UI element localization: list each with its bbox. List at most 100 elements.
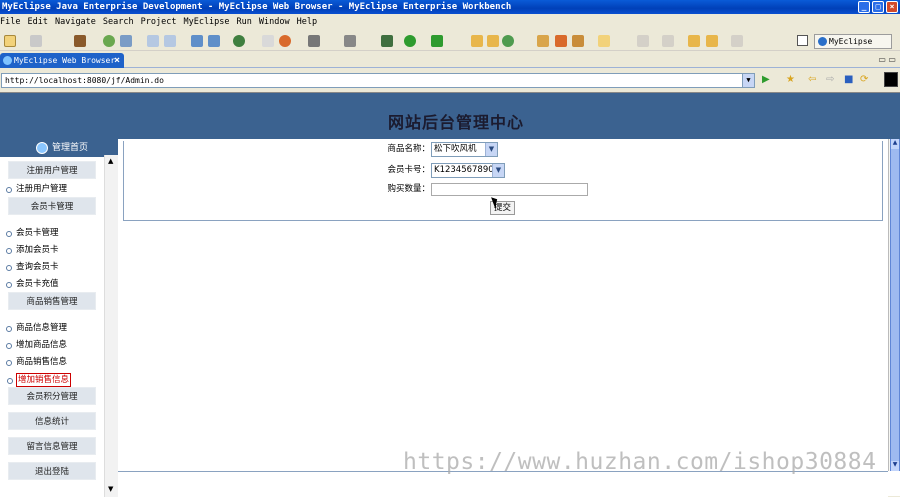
main-content: 商品名称： 松下吹风机 ▼ 会员卡号： K1234567890 ▼ 购买数量： … (118, 139, 888, 497)
menu-project[interactable]: Project (141, 16, 177, 29)
tab-close-icon[interactable]: × (114, 53, 120, 68)
scroll-up-icon[interactable]: ▲ (108, 157, 113, 165)
open-type-icon[interactable] (537, 35, 549, 47)
search-tool-icon[interactable] (572, 35, 584, 47)
close-button[interactable]: × (886, 1, 898, 13)
sidebar-item-user-manage[interactable]: 注册用户管理 (5, 183, 67, 195)
new-package-icon[interactable] (487, 35, 499, 47)
window-titlebar: MyEclipse Java Enterprise Development - … (0, 0, 900, 14)
stop-icon[interactable]: ■ (844, 75, 853, 85)
admin-sidebar: 管理首页 注册用户管理 注册用户管理 会员卡管理 会员卡管理 添加会员卡 查询会… (0, 139, 118, 497)
go-icon[interactable]: ▶ (762, 75, 770, 85)
sidebar-item-sales-info[interactable]: 商品销售信息 (5, 356, 67, 368)
sidebar-section-users[interactable]: 注册用户管理 (8, 161, 96, 179)
forward-icon[interactable] (731, 35, 743, 47)
wizard2-icon[interactable] (164, 35, 176, 47)
nav-home-link[interactable]: 管理首页 (0, 139, 118, 157)
page-scroll-thumb[interactable] (890, 139, 900, 471)
page-scrollbar[interactable]: ▲ ▼ (888, 139, 900, 471)
forward-nav-icon[interactable]: ⇨ (826, 75, 834, 85)
main-toolbar: MyEclipse ... (0, 31, 900, 59)
package-icon[interactable] (74, 35, 86, 47)
run-external-icon[interactable] (431, 35, 443, 47)
run-icon[interactable] (404, 35, 416, 47)
card-select-value: K1234567890 (434, 165, 494, 175)
site-header: 网站后台管理中心 (0, 93, 900, 139)
sidebar-section-points[interactable]: 会员积分管理 (8, 387, 96, 405)
menu-myeclipse[interactable]: MyEclipse (183, 16, 229, 29)
server-icon[interactable] (191, 35, 203, 47)
monitor-icon[interactable] (308, 35, 320, 47)
back-icon[interactable] (706, 35, 718, 47)
menu-bar: File Edit Navigate Search Project MyEcli… (0, 16, 900, 29)
quantity-label: 购买数量： (387, 184, 430, 194)
sidebar-item-recharge-card[interactable]: 会员卡充值 (6, 278, 59, 290)
page-scroll-down-icon[interactable]: ▼ (891, 461, 899, 471)
sidebar-section-messages[interactable]: 留言信息管理 (8, 437, 96, 455)
tab-web-browser[interactable]: MyEclipse Web Browser × (0, 53, 124, 68)
menu-file[interactable]: File (0, 16, 20, 29)
menu-edit[interactable]: Edit (27, 16, 47, 29)
sidebar-item-query-card[interactable]: 查询会员卡 (6, 261, 59, 273)
browser-globe-icon[interactable] (233, 35, 245, 47)
refresh-icon[interactable] (279, 35, 291, 47)
page-title: 网站后台管理中心 (387, 113, 524, 132)
sidebar-item-add-sales[interactable]: 增加销售信息 (6, 373, 72, 387)
quantity-input[interactable] (431, 183, 588, 196)
back-nav-icon[interactable]: ⇦ (808, 75, 816, 85)
annotation-icon[interactable] (637, 35, 649, 47)
favorites-icon[interactable]: ★ (786, 75, 795, 85)
url-text: http://localhost:8080/jf/Admin.do (5, 76, 164, 85)
page-scroll-up-icon[interactable]: ▲ (891, 139, 899, 149)
terminal-icon[interactable] (344, 35, 356, 47)
sidebar-item-add-product[interactable]: 增加商品信息 (5, 339, 67, 351)
edit-icon[interactable] (262, 35, 274, 47)
new-project-icon[interactable] (502, 35, 514, 47)
deploy-icon[interactable] (120, 35, 132, 47)
sidebar-section-stats[interactable]: 信息统计 (8, 412, 96, 430)
folder-icon[interactable] (598, 35, 610, 47)
sidebar-item-card-manage[interactable]: 会员卡管理 (6, 227, 59, 239)
new-class-icon[interactable] (471, 35, 483, 47)
view-minmax-icon[interactable]: ▭ ▭ (878, 55, 896, 64)
debug-icon[interactable] (381, 35, 393, 47)
nav-home-label: 管理首页 (52, 143, 89, 153)
server-config-icon[interactable] (208, 35, 220, 47)
chevron-down-icon: ▼ (485, 143, 497, 156)
sidebar-section-logout[interactable]: 退出登陆 (8, 462, 96, 480)
view-menu-icon[interactable] (884, 72, 898, 87)
debug-server-icon[interactable] (103, 35, 115, 47)
card-select[interactable]: K1234567890 ▼ (431, 163, 505, 178)
save-icon[interactable] (30, 35, 42, 47)
sidebar-section-sales[interactable]: 商品销售管理 (8, 292, 96, 310)
last-edit-icon[interactable] (688, 35, 700, 47)
sidebar-item-product-manage[interactable]: 商品信息管理 (5, 322, 67, 334)
sidebar-section-cards[interactable]: 会员卡管理 (8, 197, 96, 215)
sidebar-item-add-card[interactable]: 添加会员卡 (6, 244, 59, 256)
menu-navigate[interactable]: Navigate (55, 16, 96, 29)
url-dropdown-icon[interactable]: ▼ (742, 74, 754, 87)
open-perspective-icon[interactable] (797, 35, 808, 46)
minimize-button[interactable]: _ (858, 1, 870, 13)
browser-tab-icon (3, 56, 12, 65)
menu-window[interactable]: Window (259, 16, 290, 29)
menu-run[interactable]: Run (237, 16, 252, 29)
annotation-next-icon[interactable] (662, 35, 674, 47)
browser-viewport: 网站后台管理中心 管理首页 注册用户管理 注册用户管理 会员卡管理 会员卡管理 … (0, 92, 900, 497)
scroll-down-icon[interactable]: ▼ (108, 485, 113, 493)
reload-icon[interactable]: ⟳ (860, 75, 868, 85)
menu-help[interactable]: Help (297, 16, 317, 29)
open-task-icon[interactable] (555, 35, 567, 47)
maximize-button[interactable]: □ (872, 1, 884, 13)
product-select[interactable]: 松下吹风机 ▼ (431, 142, 498, 157)
wizard-icon[interactable] (147, 35, 159, 47)
product-label: 商品名称： (387, 144, 430, 154)
url-input[interactable]: http://localhost:8080/jf/Admin.do ▼ (1, 73, 755, 88)
new-icon[interactable] (4, 35, 16, 47)
sidebar-scrollbar[interactable]: ▲ ▼ (104, 155, 118, 497)
perspective-switcher[interactable]: MyEclipse ... (814, 34, 892, 59)
chevron-down-icon: ▼ (492, 164, 504, 177)
product-select-value: 松下吹风机 (434, 144, 477, 154)
menu-search[interactable]: Search (103, 16, 134, 29)
tab-label: MyEclipse Web Browser (14, 56, 116, 65)
